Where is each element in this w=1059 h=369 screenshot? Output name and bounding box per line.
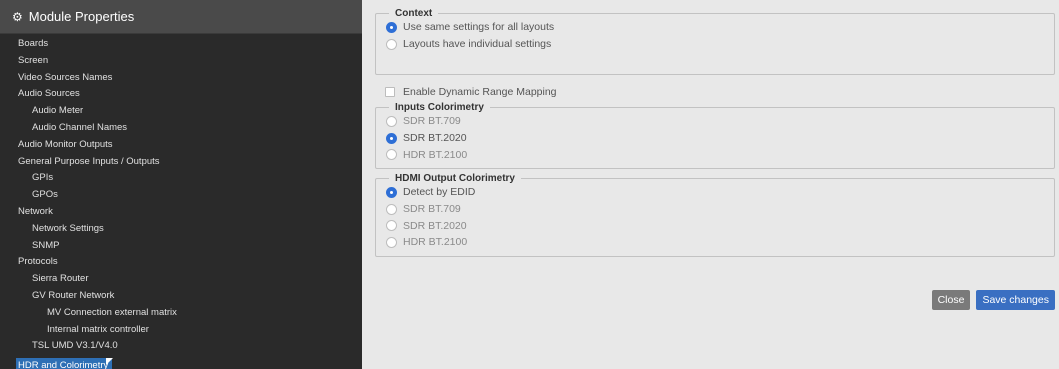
sidebar-header: ⚙ Module Properties <box>0 0 362 34</box>
sidebar-item-row: Internal matrix controller <box>0 322 362 339</box>
inputs-colorimetry-option-label: SDR BT.709 <box>403 115 461 128</box>
sidebar-item[interactable]: Network Settings <box>0 221 362 238</box>
sidebar-item[interactable]: Protocols <box>0 254 362 271</box>
inputs-colorimetry-option[interactable]: SDR BT.709 <box>386 113 1054 130</box>
sidebar-item[interactable]: General Purpose Inputs / Outputs <box>0 154 362 171</box>
context-option-label: Use same settings for all layouts <box>403 21 555 34</box>
sidebar-item-row: TSL UMD V3.1/V4.0 <box>0 338 362 355</box>
sidebar-item-row: GPOs <box>0 187 362 204</box>
context-fieldset: Context Use same settings for all layout… <box>375 8 1055 75</box>
sidebar-item[interactable]: GPIs <box>0 170 362 187</box>
hdmi-colorimetry-option[interactable]: SDR BT.709 <box>386 201 1054 218</box>
sidebar: ⚙ Module Properties Boards Screen Video So… <box>0 0 362 369</box>
inputs-colorimetry-radio[interactable] <box>386 115 397 127</box>
hdmi-colorimetry-option[interactable]: HDR BT.2100 <box>386 234 1054 251</box>
context-options: Use same settings for all layouts Layouts… <box>386 19 1054 52</box>
dynamic-range-option[interactable]: Enable Dynamic Range Mapping <box>385 84 1055 100</box>
sidebar-item-row: Boards <box>0 36 362 53</box>
context-legend: Context <box>395 8 433 19</box>
gears-icon: ⚙ <box>12 9 23 24</box>
sidebar-item-row: General Purpose Inputs / Outputs <box>0 154 362 171</box>
sidebar-item[interactable]: Screen <box>0 53 362 70</box>
hdmi-colorimetry-option-label: HDR BT.2100 <box>403 236 468 249</box>
hdmi-colorimetry-fieldset: HDMI Output Colorimetry Detect by EDID SD… <box>375 173 1055 257</box>
sidebar-item[interactable]: Audio Sources <box>0 86 362 103</box>
hdmi-colorimetry-option-label: Detect by EDID <box>403 186 476 199</box>
sidebar-item-row: SNMP <box>0 238 362 255</box>
sidebar-item-row: Network Settings <box>0 221 362 238</box>
sidebar-item[interactable]: Network <box>0 204 362 221</box>
sidebar-item-row: Sierra Router <box>0 271 362 288</box>
inputs-colorimetry-options: SDR BT.709 SDR BT.2020 HDR BT.2100 <box>386 113 1054 163</box>
hdmi-colorimetry-option[interactable]: Detect by EDID <box>386 184 1054 201</box>
close-button[interactable]: Close <box>931 290 971 310</box>
hdmi-colorimetry-legend: HDMI Output Colorimetry <box>395 173 515 184</box>
sidebar-item[interactable]: Audio Monitor Outputs <box>0 137 362 154</box>
sidebar-nav: Boards Screen Video Sources Names Audio Sou… <box>0 34 362 369</box>
sidebar-item[interactable]: Boards <box>0 36 362 53</box>
sidebar-item[interactable]: SNMP <box>0 238 362 255</box>
inputs-colorimetry-option-label: HDR BT.2100 <box>403 148 468 161</box>
inputs-colorimetry-radio[interactable] <box>386 149 397 161</box>
sidebar-title: Module Properties <box>28 9 135 24</box>
hdmi-colorimetry-option-label: SDR BT.709 <box>403 203 461 216</box>
hdmi-colorimetry-radio[interactable] <box>386 186 397 198</box>
inputs-colorimetry-option-label: SDR BT.2020 <box>403 132 467 145</box>
inputs-colorimetry-fieldset: Inputs Colorimetry SDR BT.709 SDR BT.2020… <box>375 102 1055 169</box>
sidebar-item-row: GV Router Network <box>0 288 362 305</box>
action-buttons: Close Save changes <box>931 290 1055 310</box>
inputs-colorimetry-radio[interactable] <box>386 132 397 144</box>
hdmi-colorimetry-radio[interactable] <box>386 203 397 215</box>
sidebar-item-row: Audio Sources <box>0 86 362 103</box>
context-radio[interactable] <box>386 21 397 33</box>
context-radio[interactable] <box>386 38 397 50</box>
sidebar-item-row: Protocols <box>0 254 362 271</box>
dynamic-range-label: Enable Dynamic Range Mapping <box>403 86 557 98</box>
sidebar-item-row: Audio Channel Names <box>0 120 362 137</box>
inputs-colorimetry-legend: Inputs Colorimetry <box>395 102 484 113</box>
sidebar-item-row: MV Connection external matrix <box>0 305 362 322</box>
sidebar-item[interactable]: TSL UMD V3.1/V4.0 <box>0 338 362 355</box>
save-changes-button[interactable]: Save changes <box>976 290 1055 310</box>
sidebar-item-row: Video Sources Names <box>0 70 362 87</box>
hdmi-colorimetry-radio[interactable] <box>386 220 397 232</box>
hdmi-colorimetry-option[interactable]: SDR BT.2020 <box>386 217 1054 234</box>
inputs-colorimetry-option[interactable]: SDR BT.2020 <box>386 130 1054 147</box>
sidebar-item-row: GPIs <box>0 170 362 187</box>
sidebar-item[interactable]: Sierra Router <box>0 271 362 288</box>
dynamic-range-checkbox[interactable] <box>385 87 395 97</box>
hdmi-colorimetry-radio[interactable] <box>386 236 397 248</box>
context-option[interactable]: Use same settings for all layouts <box>386 19 1054 36</box>
hdmi-colorimetry-options: Detect by EDID SDR BT.709 SDR BT.2020 HDR B… <box>386 184 1054 251</box>
sidebar-item[interactable]: Audio Meter <box>0 103 362 120</box>
context-option[interactable]: Layouts have individual settings <box>386 36 1054 53</box>
context-option-label: Layouts have individual settings <box>403 38 552 51</box>
sidebar-item-row: Screen <box>0 53 362 70</box>
sidebar-item[interactable]: Video Sources Names <box>0 70 362 87</box>
sidebar-item-row: Network <box>0 204 362 221</box>
inputs-colorimetry-option[interactable]: HDR BT.2100 <box>386 146 1054 163</box>
sidebar-item[interactable]: Internal matrix controller <box>0 322 362 339</box>
main-panel: Context Use same settings for all layout… <box>362 0 1059 369</box>
sidebar-item-row: Audio Meter <box>0 103 362 120</box>
mouse-cursor-icon <box>106 358 113 365</box>
sidebar-item[interactable]: Audio Channel Names <box>0 120 362 137</box>
sidebar-item[interactable]: MV Connection external matrix <box>0 305 362 322</box>
sidebar-item-row: Audio Monitor Outputs <box>0 137 362 154</box>
sidebar-item[interactable]: HDR and Colorimetry <box>16 358 113 369</box>
sidebar-item[interactable]: GPOs <box>0 187 362 204</box>
sidebar-item[interactable]: GV Router Network <box>0 288 362 305</box>
sidebar-item-row: HDR and Colorimetry <box>0 355 362 369</box>
hdmi-colorimetry-option-label: SDR BT.2020 <box>403 219 467 232</box>
